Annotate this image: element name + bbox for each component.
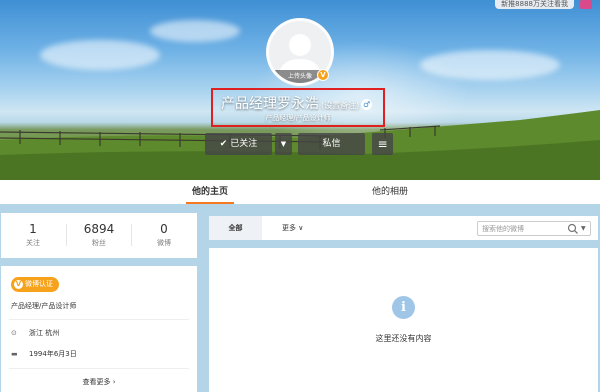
set-remark-link[interactable]: (设置备注)	[321, 101, 359, 110]
verified-badge-icon: V	[317, 69, 329, 81]
profile-card: V 微博认证 产品经理/产品设计师 ⊙ 浙江 杭州 ▬ 1994年6月3日 查看更多 …	[1, 266, 197, 392]
weibo-verified-badge[interactable]: V 微博认证	[11, 277, 59, 292]
stat-weibo-count: 0	[160, 222, 168, 236]
birthday-text: 1994年6月3日	[29, 350, 77, 358]
follow-dropdown-button[interactable]: ▼	[275, 133, 292, 155]
tab-home[interactable]: 他的主页	[186, 180, 234, 204]
stat-fans[interactable]: 6894 粉丝	[67, 222, 131, 248]
divider	[9, 319, 189, 320]
divider	[9, 368, 189, 369]
search-icon[interactable]	[567, 223, 579, 235]
location-row: ⊙ 浙江 杭州	[11, 328, 59, 338]
name-line: 产品经理罗永浩 (设置备注) ♂	[221, 93, 373, 113]
stat-fans-label: 粉丝	[92, 239, 106, 247]
stat-following-count: 1	[29, 222, 37, 236]
menu-icon: ≡	[377, 137, 388, 151]
location-text: 浙江 杭州	[29, 329, 60, 337]
verified-label: 微博认证	[25, 280, 53, 288]
search-options-caret-icon[interactable]: ▼	[581, 222, 586, 235]
notification-icon[interactable]	[580, 0, 592, 9]
birthday-cake-icon: ▬	[11, 350, 18, 358]
stat-weibo-label: 微博	[157, 239, 171, 247]
followed-button[interactable]: ✔ 已关注	[205, 133, 272, 155]
username-highlight-box: 产品经理罗永浩 (设置备注) ♂ 产品经理/产品设计师	[211, 88, 385, 127]
followed-label: 已关注	[230, 139, 258, 149]
see-more-link[interactable]: 查看更多 ›	[1, 377, 197, 387]
feed-empty-panel: i 这里还没有内容	[209, 248, 598, 392]
empty-message: 这里还没有内容	[375, 334, 432, 343]
profile-title: 产品经理/产品设计师	[11, 302, 77, 310]
location-pin-icon: ⊙	[11, 329, 17, 337]
tab-album[interactable]: 他的相册	[360, 180, 420, 204]
feed-tab-more[interactable]: 更多 ∨	[282, 216, 303, 240]
user-name: 产品经理罗永浩	[221, 96, 319, 112]
stat-fans-count: 6894	[83, 222, 115, 236]
cloud	[40, 40, 160, 70]
cloud	[420, 50, 560, 80]
weibo-search-box: ▼	[477, 221, 591, 236]
check-icon: ✔	[219, 139, 228, 149]
message-button[interactable]: 私信	[298, 133, 365, 155]
info-icon: i	[392, 296, 415, 319]
stat-weibo[interactable]: 0 微博	[132, 222, 196, 248]
top-notice[interactable]: 新推8888万关注看我	[495, 0, 574, 9]
profile-tabbar: 他的主页 他的相册	[0, 180, 600, 204]
feed-filter-bar: 全部 更多 ∨ ▼	[209, 216, 598, 240]
more-menu-button[interactable]: ≡	[372, 133, 393, 155]
male-gender-icon: ♂	[361, 99, 373, 110]
feed-tab-all[interactable]: 全部	[209, 216, 262, 240]
stats-panel: 1 关注 6894 粉丝 0 微博	[1, 213, 197, 258]
stat-following-label: 关注	[26, 239, 40, 247]
user-description: 产品经理/产品设计师	[265, 114, 331, 122]
stat-following[interactable]: 1 关注	[1, 222, 65, 248]
search-input[interactable]	[482, 222, 566, 235]
birthday-row: ▬ 1994年6月3日	[11, 349, 77, 359]
cloud	[150, 20, 240, 42]
caret-down-icon: ▼	[280, 140, 287, 148]
verified-v-icon: V	[14, 280, 23, 289]
